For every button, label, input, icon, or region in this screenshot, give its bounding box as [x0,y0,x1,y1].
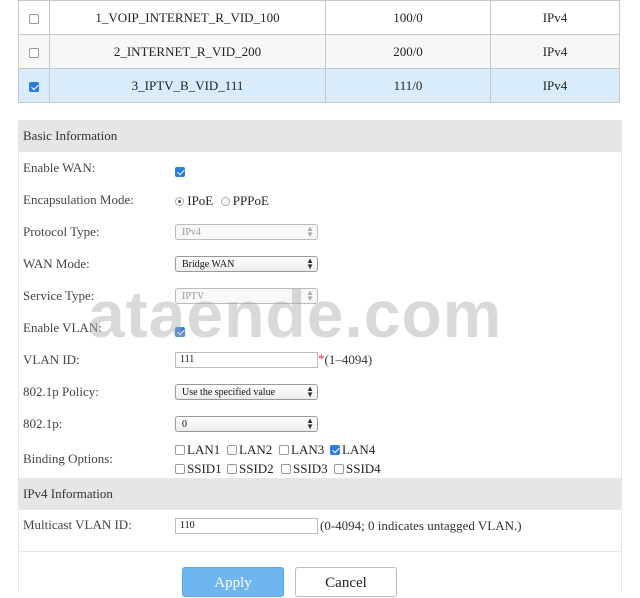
lan3-label[interactable]: LAN3 [291,442,324,457]
encapsulation-label: Encapsulation Mode: [23,192,134,207]
vlan-id-input[interactable]: 111 [175,352,318,369]
protocol-type-row: Protocol Type: IPv4 ▲ ▼ [23,222,620,242]
binding-option-ssid2[interactable]: SSID2 [227,460,278,477]
policy-select[interactable]: Use the specified value ▲ ▼ [175,384,318,400]
pppoe-label[interactable]: PPPoE [233,193,269,208]
lan4-checkbox[interactable] [330,445,340,456]
wan-name-cell: 2_INTERNET_R_VID_200 [49,34,326,69]
basic-info-header: Basic Information [18,120,621,152]
policy-row: 802.1p Policy: Use the specified value ▲ ▼ [23,382,620,402]
ssid1-checkbox[interactable] [175,464,185,475]
encapsulation-radio-group: IPoE PPPoE [175,190,273,211]
ipoe-label[interactable]: IPoE [187,193,213,208]
wan-row-selected[interactable]: 3_IPTV_B_VID_111 111/0 IPv4 [18,68,620,103]
lan2-label[interactable]: LAN2 [239,442,272,457]
service-type-value: IPTV [182,291,205,302]
wan-name-cell: 1_VOIP_INTERNET_R_VID_100 [49,0,326,35]
wan-row[interactable]: 1_VOIP_INTERNET_R_VID_100 100/0 IPv4 [18,0,620,35]
ssid3-label[interactable]: SSID3 [293,461,328,476]
pppoe-radio[interactable] [220,196,230,206]
select-arrows-icon: ▲ ▼ [306,288,314,303]
wan-vlan-cell: 111/0 [325,68,491,103]
service-type-row: Service Type: IPTV ▲ ▼ [23,286,620,306]
wan-row[interactable]: 2_INTERNET_R_VID_200 200/0 IPv4 [18,34,620,69]
wan-name-cell: 3_IPTV_B_VID_111 [49,68,326,103]
wan-mode-row: WAN Mode: Bridge WAN ▲ ▼ [23,254,620,274]
enable-wan-label: Enable WAN: [23,160,96,175]
service-type-label: Service Type: [23,288,95,303]
row-checkbox-checked[interactable] [29,81,39,92]
vlan-id-row: VLAN ID: 111 *(1–4094) [23,350,620,370]
ssid4-checkbox[interactable] [334,464,344,475]
binding-option-lan2[interactable]: LAN2 [227,441,276,458]
wan-connection-table: 1_VOIP_INTERNET_R_VID_100 100/0 IPv4 2_I… [18,0,620,103]
ssid2-label[interactable]: SSID2 [239,461,274,476]
enable-wan-checkbox[interactable] [175,167,185,178]
binding-option-ssid1[interactable]: SSID1 [175,460,226,477]
wan-vlan-cell: 100/0 [325,0,491,35]
policy-label: 802.1p Policy: [23,384,99,399]
binding-option-lan3[interactable]: LAN3 [279,441,328,458]
binding-option-lan1[interactable]: LAN1 [175,441,224,458]
wan-ip-cell: IPv4 [490,34,620,69]
ipoe-radio[interactable] [175,196,184,206]
ssid4-label[interactable]: SSID4 [346,461,381,476]
enable-vlan-row: Enable VLAN: [23,318,620,338]
binding-option-ssid4[interactable]: SSID4 [334,460,385,477]
vlan-id-range-hint: (1–4094) [324,352,373,368]
wan-mode-value: Bridge WAN [182,259,235,270]
lan4-label[interactable]: LAN4 [342,442,375,457]
row-checkbox[interactable] [29,47,39,58]
ssid2-checkbox[interactable] [227,464,237,475]
form-divider [18,551,621,552]
multicast-vlan-hint: (0-4094; 0 indicates untagged VLAN.) [320,518,522,534]
protocol-type-value: IPv4 [182,227,201,238]
wan-vlan-cell: 200/0 [325,34,491,69]
row-select-cell[interactable] [18,0,50,35]
priority-value: 0 [182,419,187,430]
select-arrows-icon: ▲ ▼ [306,416,314,431]
vlan-id-label: VLAN ID: [23,352,80,367]
select-arrows-icon: ▲ ▼ [306,224,314,239]
select-arrows-icon: ▲ ▼ [306,384,314,399]
row-checkbox[interactable] [29,13,39,24]
lan1-label[interactable]: LAN1 [187,442,220,457]
service-type-select: IPTV ▲ ▼ [175,288,318,304]
multicast-vlan-label: Multicast VLAN ID: [23,517,132,532]
ssid3-checkbox[interactable] [281,464,291,475]
priority-select[interactable]: 0 ▲ ▼ [175,416,318,432]
binding-label: Binding Options: [23,451,113,466]
priority-label: 802.1p: [23,416,63,431]
encapsulation-row: Encapsulation Mode: IPoE PPPoE [23,190,620,210]
enable-wan-row: Enable WAN: [23,158,620,178]
protocol-type-select: IPv4 ▲ ▼ [175,224,318,240]
row-select-cell[interactable] [18,68,50,103]
policy-value: Use the specified value [182,387,276,398]
wan-mode-label: WAN Mode: [23,256,90,271]
row-select-cell[interactable] [18,34,50,69]
binding-option-ssid3[interactable]: SSID3 [281,460,332,477]
enable-vlan-checkbox[interactable] [175,327,185,338]
multicast-vlan-input[interactable]: 110 [175,518,318,535]
ssid1-label[interactable]: SSID1 [187,461,222,476]
ipv4-info-header: IPv4 Information [18,478,621,510]
wan-mode-select[interactable]: Bridge WAN ▲ ▼ [175,256,318,272]
multicast-vlan-row: Multicast VLAN ID: 110 (0-4094; 0 indicat… [23,515,620,535]
wan-ip-cell: IPv4 [490,68,620,103]
binding-option-lan4[interactable]: LAN4 [330,441,379,458]
priority-row: 802.1p: 0 ▲ ▼ [23,414,620,434]
lan3-checkbox[interactable] [279,445,289,456]
lan1-checkbox[interactable] [175,445,185,456]
select-arrows-icon: ▲ ▼ [306,256,314,271]
wan-ip-cell: IPv4 [490,0,620,35]
enable-vlan-label: Enable VLAN: [23,320,102,335]
protocol-type-label: Protocol Type: [23,224,100,239]
lan2-checkbox[interactable] [227,445,237,456]
